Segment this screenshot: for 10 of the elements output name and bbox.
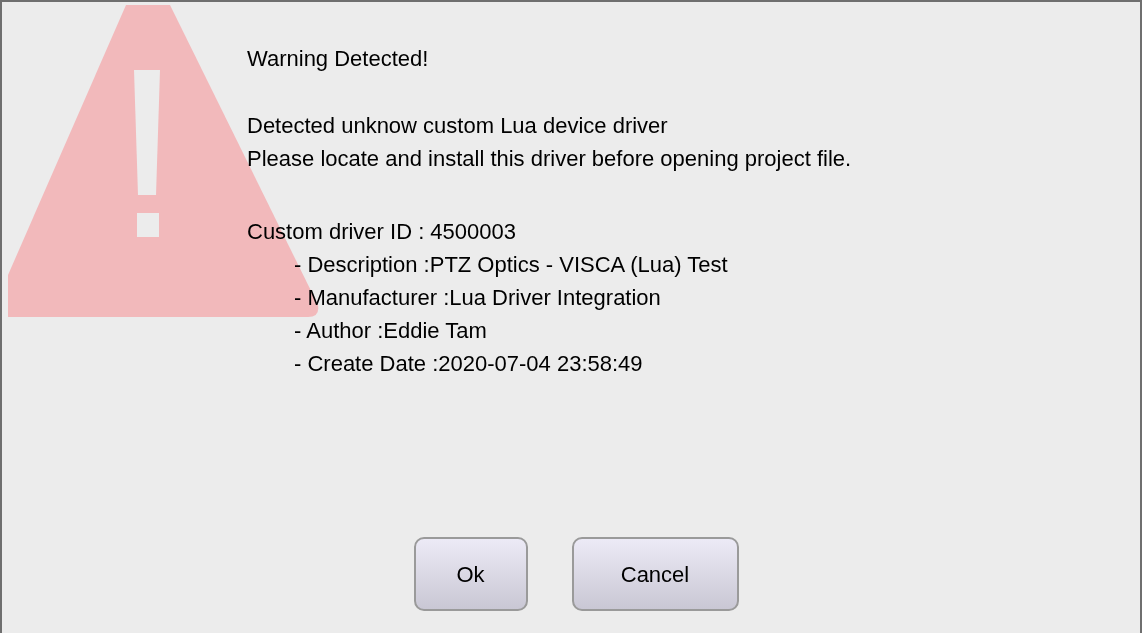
detail-line: - Create Date :2020-07-04 23:58:49 bbox=[293, 350, 643, 378]
ok-button[interactable]: Ok bbox=[413, 537, 528, 611]
detail-line: - Author :Eddie Tam bbox=[293, 317, 487, 345]
dialog-title: Warning Detected! bbox=[247, 45, 429, 73]
message-line: Please locate and install this driver before opening project file. bbox=[247, 145, 852, 173]
driver-id-label: Custom driver ID : 4500003 bbox=[247, 218, 517, 246]
detail-line: - Description :PTZ Optics - VISCA (Lua) Test bbox=[293, 251, 728, 279]
message-line: Detected unknow custom Lua device driver bbox=[247, 112, 668, 140]
cancel-button[interactable]: Cancel bbox=[571, 537, 739, 611]
detail-line: - Manufacturer :Lua Driver Integration bbox=[293, 284, 661, 312]
